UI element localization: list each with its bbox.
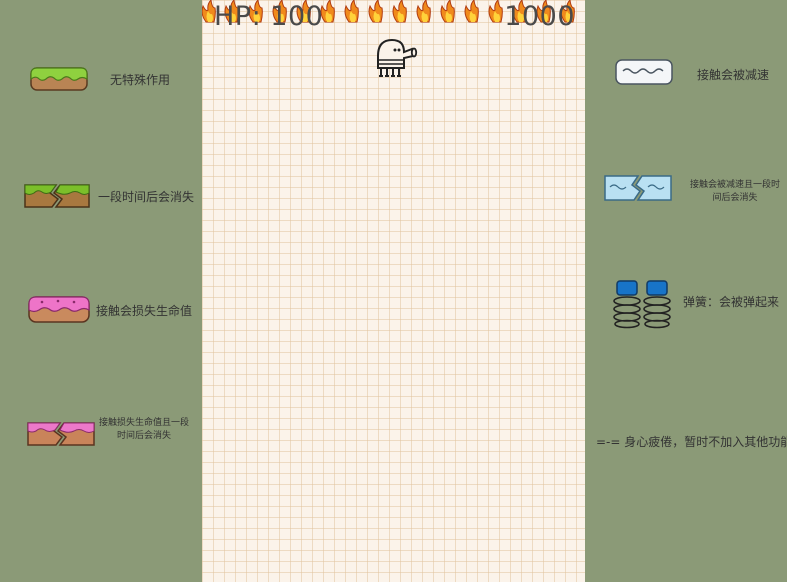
- legend-label-damage: 接触会损失生命值: [96, 304, 193, 318]
- legend-label-slow: 接触会被减速: [697, 68, 770, 82]
- game-canvas[interactable]: HP: 100 1000: [202, 0, 585, 582]
- broken-pink-platform-icon: [27, 422, 95, 446]
- white-ice-platform-icon: [615, 59, 673, 85]
- legend-label-normal: 无特殊作用: [110, 73, 171, 87]
- right-legend-panel: 接触会被减速 接触会被减速且一段时间后会消失 弹簧：会被弹起来 =-= 身心疲倦…: [585, 0, 787, 582]
- hp-counter: HP: 100: [214, 1, 324, 32]
- doodler-character: [377, 38, 418, 77]
- score-counter: 1000: [504, 1, 575, 32]
- legend-label-damage-vanishing: 接触损失生命值且一段时间后会消失: [98, 418, 189, 441]
- left-legend-panel: 无特殊作用 一段时间后会消失 接触会损失生命值 接触损失生命值且一段时间后会消失: [0, 0, 202, 582]
- spring-icon: [613, 280, 671, 329]
- legend-note: =-= 身心疲倦，暂时不加入其他功能: [596, 435, 787, 449]
- legend-label-slow-vanishing: 接触会被减速且一段时间后会消失: [689, 180, 780, 203]
- green-grass-platform-icon: [30, 67, 88, 91]
- legend-label-vanishing: 一段时间后会消失: [98, 190, 195, 204]
- legend-label-spring: 弹簧：会被弹起来: [683, 295, 780, 309]
- broken-blue-ice-platform-icon: [604, 175, 672, 201]
- pink-platform-icon: [28, 296, 90, 323]
- broken-green-platform-icon: [24, 184, 90, 208]
